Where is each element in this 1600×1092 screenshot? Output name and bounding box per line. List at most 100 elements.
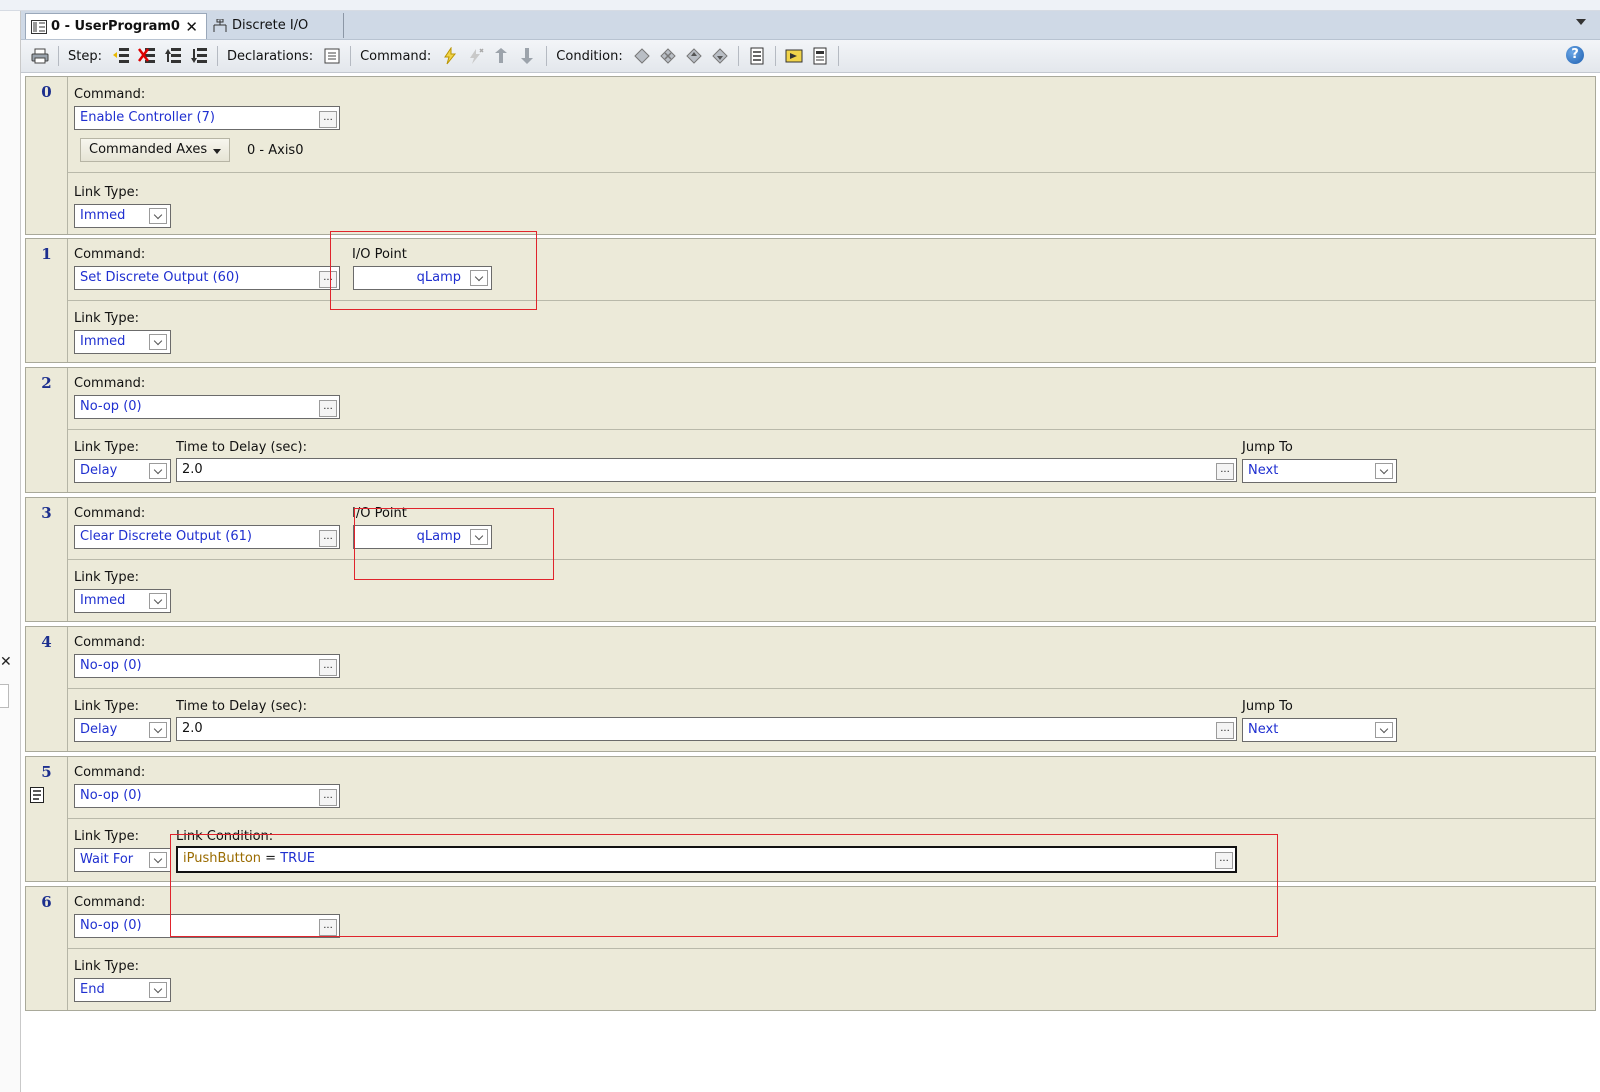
- command-field[interactable]: Enable Controller (7)...: [74, 106, 340, 130]
- step-number[interactable]: 4: [26, 627, 68, 751]
- toolbar-separator: [737, 46, 739, 66]
- program-report-icon[interactable]: [811, 47, 829, 65]
- step-note-icon[interactable]: [30, 787, 44, 803]
- chevron-down-icon[interactable]: [149, 593, 167, 609]
- command-browse-button[interactable]: ...: [319, 530, 337, 547]
- command-field[interactable]: No-op (0)...: [74, 654, 340, 678]
- condition-variable: iPushButton: [183, 851, 262, 866]
- step-number[interactable]: 5: [26, 757, 68, 881]
- program-step-4: 4 Command: No-op (0)... Link Type: Delay…: [25, 626, 1596, 752]
- help-icon[interactable]: ?: [1566, 46, 1584, 64]
- chevron-down-icon[interactable]: [470, 270, 488, 286]
- command-browse-button[interactable]: ...: [319, 919, 337, 936]
- delay-browse-button[interactable]: ...: [1216, 722, 1234, 739]
- link-type-label: Link Type:: [74, 959, 139, 974]
- delete-step-icon[interactable]: [137, 47, 156, 65]
- command-lightning-icon[interactable]: [441, 47, 459, 65]
- step-number[interactable]: 0: [26, 77, 68, 234]
- insert-step-icon[interactable]: [112, 47, 130, 65]
- chevron-down-icon[interactable]: [149, 982, 167, 998]
- link-type-select[interactable]: Wait For: [74, 848, 171, 872]
- left-side-panel: ✕: [0, 0, 21, 1092]
- step-notes-icon[interactable]: [748, 47, 766, 65]
- chevron-down-icon[interactable]: [1375, 463, 1393, 479]
- chevron-down-icon[interactable]: [149, 852, 167, 868]
- io-point-select[interactable]: qLamp: [353, 525, 492, 549]
- program-step-6: 6 Command: No-op (0)... Link Type: End: [25, 886, 1596, 1011]
- chevron-down-icon[interactable]: [149, 208, 167, 224]
- chevron-down-icon[interactable]: [149, 722, 167, 738]
- program-editor: 0 Command: Enable Controller (7)... Comm…: [21, 73, 1600, 1092]
- close-icon[interactable]: ✕: [0, 654, 12, 670]
- link-type-label: Link Type:: [74, 440, 139, 455]
- link-type-select[interactable]: End: [74, 978, 171, 1002]
- chevron-down-icon[interactable]: [1375, 722, 1393, 738]
- io-point-select[interactable]: qLamp: [353, 266, 492, 290]
- print-icon[interactable]: [31, 47, 49, 65]
- tab-discrete-io[interactable]: Discrete I/O: [207, 13, 344, 38]
- link-type-select[interactable]: Immed: [74, 589, 171, 613]
- step-number[interactable]: 1: [26, 239, 68, 362]
- command-browse-button[interactable]: ...: [319, 111, 337, 128]
- link-type-select[interactable]: Delay: [74, 718, 171, 742]
- chevron-down-icon[interactable]: [149, 334, 167, 350]
- condition-delete-icon[interactable]: [659, 47, 677, 65]
- condition-down-icon[interactable]: [711, 47, 729, 65]
- toolbar-separator: [546, 46, 548, 66]
- command-browse-button[interactable]: ...: [319, 659, 337, 676]
- move-step-up-icon[interactable]: [164, 47, 182, 65]
- command-field[interactable]: Set Discrete Output (60)...: [74, 266, 340, 290]
- toolbar-separator: [837, 46, 839, 66]
- link-type-label: Link Type:: [74, 699, 139, 714]
- command-up-icon: [495, 48, 508, 63]
- step-divider: [68, 818, 1595, 819]
- commanded-axes-dropdown[interactable]: Commanded Axes: [80, 138, 230, 162]
- command-browse-button[interactable]: ...: [319, 789, 337, 806]
- delay-time-field[interactable]: 2.0...: [176, 458, 1237, 482]
- step-divider: [68, 948, 1595, 949]
- delay-time-field[interactable]: 2.0...: [176, 717, 1237, 741]
- command-field[interactable]: Clear Discrete Output (61)...: [74, 525, 340, 549]
- step-number[interactable]: 2: [26, 368, 68, 492]
- step-divider: [68, 559, 1595, 560]
- chevron-down-icon[interactable]: [149, 463, 167, 479]
- side-panel-input[interactable]: [0, 684, 9, 708]
- step-number[interactable]: 6: [26, 887, 68, 1010]
- link-type-select[interactable]: Immed: [74, 330, 171, 354]
- condition-browse-button[interactable]: ...: [1215, 852, 1233, 869]
- tab-dropdown-icon[interactable]: [1576, 19, 1586, 25]
- command-label: Command:: [74, 506, 146, 521]
- command-browse-button[interactable]: ...: [319, 400, 337, 417]
- link-type-select[interactable]: Delay: [74, 459, 171, 483]
- step-divider: [68, 688, 1595, 689]
- link-condition-field[interactable]: iPushButton = TRUE ...: [176, 846, 1237, 873]
- step-divider: [68, 429, 1595, 430]
- command-label: Command:: [74, 895, 146, 910]
- command-field[interactable]: No-op (0)...: [74, 914, 340, 938]
- chevron-down-icon[interactable]: [470, 529, 488, 545]
- declarations-icon[interactable]: [323, 47, 341, 65]
- condition-label: Condition:: [556, 48, 623, 64]
- program-grid-icon: [31, 19, 47, 34]
- link-type-select[interactable]: Immed: [74, 204, 171, 228]
- tab-userprogram0[interactable]: 0 - UserProgram0 ✕: [25, 13, 207, 39]
- delay-browse-button[interactable]: ...: [1216, 463, 1234, 480]
- condition-icon[interactable]: [633, 47, 651, 65]
- jump-to-select[interactable]: Next: [1242, 459, 1397, 483]
- condition-up-icon[interactable]: [685, 47, 703, 65]
- command-browse-button[interactable]: ...: [319, 271, 337, 288]
- step-divider: [68, 300, 1595, 301]
- command-field[interactable]: No-op (0)...: [74, 784, 340, 808]
- condition-operator: =: [265, 851, 277, 866]
- command-field[interactable]: No-op (0)...: [74, 395, 340, 419]
- run-program-icon[interactable]: [785, 47, 803, 65]
- close-tab-icon[interactable]: ✕: [185, 18, 198, 36]
- io-point-label: I/O Point: [352, 506, 407, 521]
- move-step-down-icon[interactable]: [190, 47, 208, 65]
- program-toolbar: Step: Declarations: Command: Condition: …: [21, 40, 1600, 73]
- step-number[interactable]: 3: [26, 498, 68, 621]
- command-down-icon: [521, 48, 534, 64]
- jump-to-label: Jump To: [1242, 699, 1293, 714]
- jump-to-select[interactable]: Next: [1242, 718, 1397, 742]
- tab-label: Discrete I/O: [232, 18, 309, 33]
